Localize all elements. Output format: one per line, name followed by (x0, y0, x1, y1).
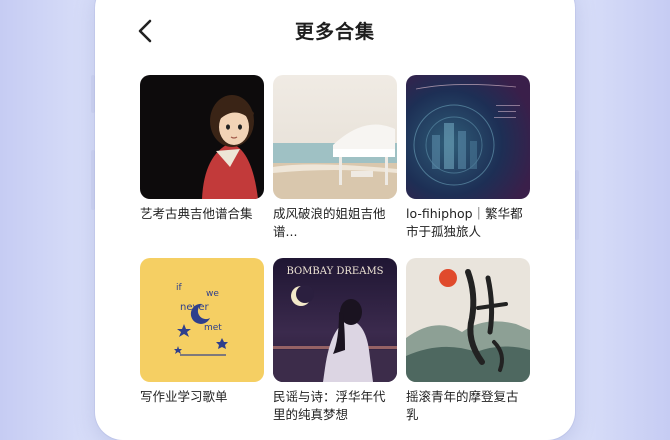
phone-screen: 更多合集 艺考古典吉他谱合集 成风破浪的姐姐吉他谱... lo-fihiphop… (95, 0, 575, 440)
cover-text: met (204, 323, 222, 333)
collection-cover (140, 75, 264, 199)
collection-card[interactable]: BOMBAY DREAMS 民谣与诗：浮华年代里的纯真梦想 (273, 258, 397, 424)
collection-title: 摇滚青年的摩登复古乳 (406, 389, 519, 422)
collection-title: 写作业学习歌单 (140, 389, 228, 404)
collection-cover: BOMBAY DREAMS (273, 258, 397, 382)
cover-text: if (176, 283, 183, 293)
header: 更多合集 (95, 0, 575, 50)
phone-side-button-right (575, 170, 579, 240)
collection-cover: if we never met (140, 258, 264, 382)
collection-card[interactable]: if we never met 写作业学习歌单 (140, 258, 264, 406)
cover-text: BOMBAY DREAMS (286, 266, 383, 277)
collection-card[interactable]: 成风破浪的姐姐吉他谱... (273, 75, 397, 241)
collection-title: 成风破浪的姐姐吉他谱... (273, 206, 386, 239)
collection-card[interactable]: 艺考古典吉他谱合集 (140, 75, 264, 223)
collection-cover (406, 258, 530, 382)
collection-title: 艺考古典吉他谱合集 (140, 206, 253, 221)
collection-cover (406, 75, 530, 199)
collection-title: 民谣与诗：浮华年代里的纯真梦想 (273, 389, 386, 422)
collection-cover (273, 75, 397, 199)
collection-card[interactable]: lo-fihiphop｜繁华都市于孤独旅人 (406, 75, 530, 241)
cover-text: we (206, 289, 219, 299)
page-title: 更多合集 (294, 21, 375, 43)
collection-card[interactable]: 摇滚青年的摩登复古乳 (406, 258, 530, 424)
collection-title: lo-fihiphop｜繁华都市于孤独旅人 (406, 206, 523, 239)
